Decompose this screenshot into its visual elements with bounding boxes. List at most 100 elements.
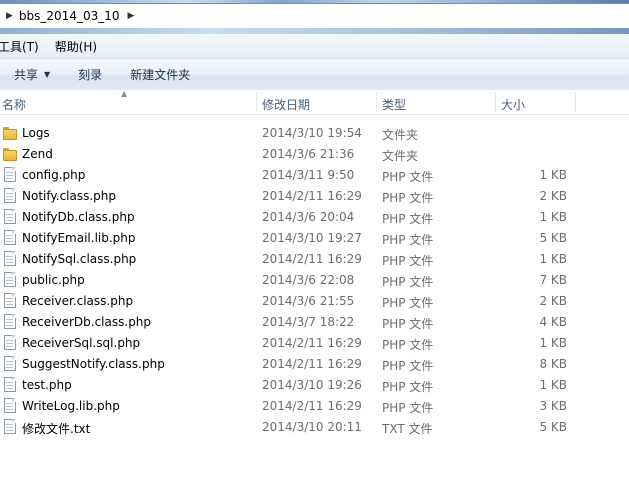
file-row[interactable]: Logs 2014/3/10 19:54 文件夹 <box>0 123 629 144</box>
file-row[interactable]: ReceiverSql.sql.php 2014/2/11 16:29 PHP 文件… <box>0 333 629 354</box>
file-modified-date: 2014/3/11 9:50 <box>262 168 355 182</box>
file-type: PHP 文件 <box>382 338 434 352</box>
file-size: 5 KB <box>539 231 567 245</box>
new-folder-button[interactable]: 新建文件夹 <box>130 66 190 83</box>
file-icon <box>3 230 17 246</box>
file-row[interactable]: test.php 2014/3/10 19:26 PHP 文件 1 KB <box>0 375 629 396</box>
file-modified-date: 2014/2/11 16:29 <box>262 357 362 371</box>
column-divider[interactable] <box>495 92 496 112</box>
file-type: PHP 文件 <box>382 296 434 310</box>
file-size: 1 KB <box>539 336 567 350</box>
file-type: PHP 文件 <box>382 317 434 331</box>
file-icon <box>3 335 17 351</box>
file-name: 修改文件.txt <box>22 422 91 436</box>
file-name: NotifyEmail.lib.php <box>22 231 136 245</box>
file-name: NotifySql.class.php <box>22 252 137 266</box>
file-icon <box>3 419 17 435</box>
folder-icon <box>3 125 17 141</box>
file-icon <box>3 293 17 309</box>
file-modified-date: 2014/3/10 19:54 <box>262 126 362 140</box>
file-icon <box>3 356 17 372</box>
menu-help[interactable]: 帮助(H) <box>55 38 97 55</box>
column-divider[interactable] <box>376 92 377 112</box>
file-type: PHP 文件 <box>382 275 434 289</box>
file-name: config.php <box>22 168 86 182</box>
file-size: 1 KB <box>539 252 567 266</box>
file-row[interactable]: WriteLog.lib.php 2014/2/11 16:29 PHP 文件 3 K… <box>0 396 629 417</box>
file-type: PHP 文件 <box>382 212 434 226</box>
file-icon <box>3 188 17 204</box>
file-list: Logs 2014/3/10 19:54 文件夹 Zend 2014/3/6 21:36… <box>0 123 629 438</box>
file-modified-date: 2014/3/10 19:26 <box>262 378 362 392</box>
file-name: Notify.class.php <box>22 189 117 203</box>
file-row[interactable]: 修改文件.txt 2014/3/10 20:11 TXT 文件 5 KB <box>0 417 629 438</box>
column-divider[interactable] <box>575 92 576 112</box>
file-size: 8 KB <box>539 357 567 371</box>
file-modified-date: 2014/2/11 16:29 <box>262 189 362 203</box>
column-header-type[interactable]: 类型 <box>382 96 406 113</box>
menu-bar: 工具(T) 帮助(H) <box>0 34 629 59</box>
file-size: 4 KB <box>539 315 567 329</box>
dropdown-caret-icon: ▼ <box>44 70 51 79</box>
file-name: SuggestNotify.class.php <box>22 357 165 371</box>
file-icon <box>3 377 17 393</box>
file-size: 1 KB <box>539 210 567 224</box>
file-type: 文件夹 <box>382 149 419 163</box>
share-button[interactable]: 共享 ▼ <box>14 66 50 83</box>
file-type: PHP 文件 <box>382 401 434 415</box>
file-row[interactable]: NotifyEmail.lib.php 2014/3/10 19:27 PHP 文件… <box>0 228 629 249</box>
file-size: 7 KB <box>539 273 567 287</box>
menu-tools[interactable]: 工具(T) <box>0 38 39 55</box>
file-type: PHP 文件 <box>382 380 434 394</box>
file-name: NotifyDb.class.php <box>22 210 135 224</box>
column-header-size[interactable]: 大小 <box>501 96 525 113</box>
file-modified-date: 2014/3/10 19:27 <box>262 231 362 245</box>
address-expand-arrow-icon[interactable]: ▶ <box>6 11 13 21</box>
file-size: 2 KB <box>539 189 567 203</box>
breadcrumb-folder[interactable]: bbs_2014_03_10 <box>19 9 120 23</box>
file-type: PHP 文件 <box>382 233 434 247</box>
file-size: 2 KB <box>539 294 567 308</box>
file-row[interactable]: Receiver.class.php 2014/3/6 21:55 PHP 文件 2 … <box>0 291 629 312</box>
file-modified-date: 2014/2/11 16:29 <box>262 252 362 266</box>
file-row[interactable]: NotifyDb.class.php 2014/3/6 20:04 PHP 文件 1 … <box>0 207 629 228</box>
column-header-date[interactable]: 修改日期 <box>262 96 310 113</box>
file-row[interactable]: SuggestNotify.class.php 2014/2/11 16:29 PH… <box>0 354 629 375</box>
file-row[interactable]: ReceiverDb.class.php 2014/3/7 18:22 PHP 文件… <box>0 312 629 333</box>
file-type: PHP 文件 <box>382 170 434 184</box>
file-row[interactable]: NotifySql.class.php 2014/2/11 16:29 PHP 文件… <box>0 249 629 270</box>
file-type: PHP 文件 <box>382 254 434 268</box>
file-row[interactable]: Notify.class.php 2014/2/11 16:29 PHP 文件 2 K… <box>0 186 629 207</box>
address-bar[interactable]: ▶ bbs_2014_03_10 ▶ <box>0 3 629 29</box>
file-size: 3 KB <box>539 399 567 413</box>
file-modified-date: 2014/2/11 16:29 <box>262 399 362 413</box>
burn-button[interactable]: 刻录 <box>78 66 102 83</box>
folder-icon <box>3 146 17 162</box>
column-divider[interactable] <box>256 92 257 112</box>
breadcrumb-chevron-icon[interactable]: ▶ <box>128 11 135 21</box>
column-header-row: ▲ 名称 修改日期 类型 大小 <box>0 89 629 115</box>
file-size: 5 KB <box>539 420 567 434</box>
file-name: ReceiverDb.class.php <box>22 315 152 329</box>
column-header-name[interactable]: 名称 <box>2 96 26 113</box>
file-name: ReceiverSql.sql.php <box>22 336 141 350</box>
file-name: Zend <box>22 147 53 161</box>
command-bar: 共享 ▼ 刻录 新建文件夹 <box>0 59 629 91</box>
file-name: test.php <box>22 378 72 392</box>
file-type: TXT 文件 <box>382 422 433 436</box>
file-icon <box>3 209 17 225</box>
file-name: Receiver.class.php <box>22 294 134 308</box>
file-row[interactable]: public.php 2014/3/6 22:08 PHP 文件 7 KB <box>0 270 629 291</box>
file-modified-date: 2014/2/11 16:29 <box>262 336 362 350</box>
file-modified-date: 2014/3/6 20:04 <box>262 210 355 224</box>
file-modified-date: 2014/3/10 20:11 <box>262 420 362 434</box>
file-row[interactable]: config.php 2014/3/11 9:50 PHP 文件 1 KB <box>0 165 629 186</box>
file-name: Logs <box>22 126 50 140</box>
file-icon <box>3 251 17 267</box>
file-icon <box>3 314 17 330</box>
address-strip: ▶ bbs_2014_03_10 ▶ <box>0 0 629 34</box>
file-name: WriteLog.lib.php <box>22 399 120 413</box>
sort-ascending-icon: ▲ <box>121 89 128 98</box>
file-type: PHP 文件 <box>382 359 434 373</box>
file-row[interactable]: Zend 2014/3/6 21:36 文件夹 <box>0 144 629 165</box>
